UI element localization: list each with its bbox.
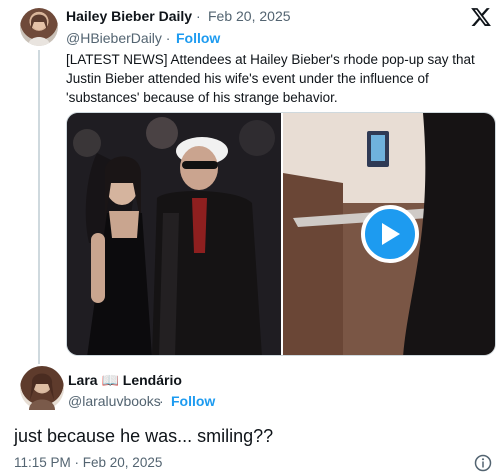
quoted-author-handle[interactable]: @HBieberDaily ·	[66, 30, 170, 46]
post-timestamp[interactable]: 11:15 PM · Feb 20, 2025	[14, 455, 162, 470]
play-icon	[382, 223, 400, 245]
quoted-post-date[interactable]: Feb 20, 2025	[208, 8, 291, 24]
post-media[interactable]	[66, 112, 496, 356]
reply-author-name[interactable]: Lara 📖 Lendário	[68, 372, 182, 389]
name-date-separator: ·	[196, 8, 201, 24]
quoted-author-name[interactable]: Hailey Bieber Daily	[66, 8, 192, 24]
play-video-button[interactable]	[361, 205, 419, 263]
x-logo-icon[interactable]	[470, 6, 492, 28]
reply-post-text: just because he was... smiling??	[14, 426, 274, 446]
quoted-post-text: [LATEST NEWS] Attendees at Hailey Bieber…	[66, 52, 475, 105]
avatar-silhouette-icon	[28, 14, 50, 46]
reply-author-handle[interactable]: @laraluvbooks	[68, 393, 161, 409]
quoted-follow-button[interactable]: Follow	[176, 30, 220, 46]
reply-author-avatar[interactable]	[20, 366, 64, 410]
avatar-silhouette-icon	[29, 373, 55, 410]
thread-connector-line	[38, 50, 40, 364]
couple-photo-illustration	[67, 113, 281, 355]
info-icon[interactable]	[474, 454, 492, 472]
reply-follow-button[interactable]: Follow	[171, 393, 215, 409]
event-photo[interactable]	[67, 113, 281, 355]
embedded-tweet: Hailey Bieber Daily · Feb 20, 2025 @HBie…	[8, 0, 496, 474]
handle-follow-separator: ·	[159, 393, 164, 409]
quoted-author-avatar[interactable]	[20, 8, 58, 46]
